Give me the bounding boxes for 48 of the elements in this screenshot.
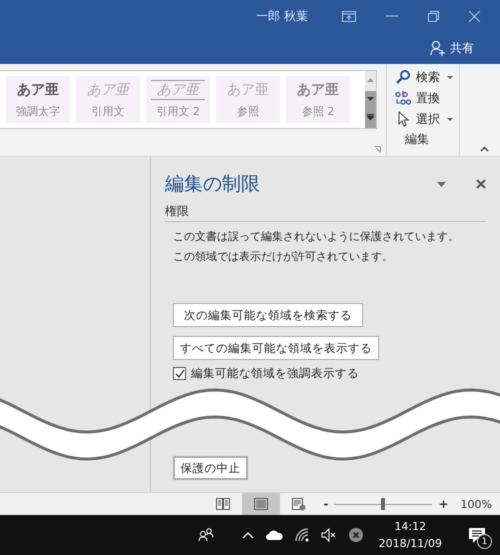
clock[interactable]: 14:12 2018/11/09 — [378, 520, 442, 550]
cloud-icon[interactable] — [266, 530, 283, 540]
restore-icon[interactable] — [428, 10, 439, 22]
notification-button[interactable]: 1 — [462, 520, 492, 550]
group-label: 編集 — [405, 131, 430, 148]
pane-title: 編集の制限 — [165, 172, 261, 197]
book-icon — [216, 498, 230, 510]
ribbon-command[interactable]: 選択 — [395, 110, 459, 128]
ribbon-command[interactable]: 置換 — [395, 89, 459, 107]
more-icon[interactable] — [367, 114, 374, 120]
pane-button[interactable]: すべての編集可能な領域を表示する — [173, 336, 379, 360]
collapse-ribbon-icon[interactable] — [480, 146, 489, 152]
minimize-icon[interactable] — [386, 15, 398, 17]
dialog-launcher-icon[interactable] — [374, 146, 381, 153]
dropdown-icon — [447, 118, 453, 120]
share-button[interactable]: 共有 — [428, 38, 476, 58]
scroll-down-icon[interactable] — [367, 97, 374, 101]
muted-speaker-icon[interactable] — [320, 528, 337, 542]
pane-button[interactable]: 次の編集可能な領域を検索する — [173, 303, 363, 327]
zoom-slider-thumb[interactable] — [381, 498, 386, 510]
zoom-out-button[interactable]: - — [324, 497, 328, 511]
notification-count: 1 — [477, 534, 492, 549]
checkbox-label: 編集可能な領域を強調表示する — [191, 366, 359, 381]
dropdown-icon — [447, 76, 453, 78]
section-heading: 権限 — [165, 203, 486, 222]
view-button[interactable] — [242, 493, 280, 515]
ribbon-command[interactable]: 検索 — [395, 68, 459, 86]
search-icon — [395, 69, 411, 85]
user-name: 一郎 秋葉 — [256, 8, 308, 24]
error-icon[interactable] — [348, 528, 363, 542]
person-plus-icon — [430, 40, 446, 56]
people-icon[interactable] — [198, 528, 214, 542]
zoom-in-button[interactable]: + — [438, 497, 449, 511]
status-message: この領域では表示だけが許可されています。 — [173, 249, 394, 264]
ribbon-display-icon[interactable] — [342, 10, 356, 22]
close-icon[interactable] — [476, 179, 486, 189]
gallery-scrollbar[interactable] — [365, 71, 376, 128]
pane-options-icon[interactable] — [437, 182, 446, 186]
checkbox[interactable] — [173, 367, 186, 380]
style-option[interactable]: あア亜 強調太字 — [6, 76, 70, 123]
stop-protection-button[interactable]: 保護の中止 — [173, 456, 248, 480]
zoom-level[interactable]: 100% — [460, 498, 492, 510]
web-page-icon — [292, 498, 306, 510]
wifi-icon[interactable] — [294, 528, 309, 542]
status-message: この文書は誤って編集されないように保護されています。 — [173, 229, 460, 244]
replace-icon — [395, 90, 411, 106]
page-icon — [254, 498, 268, 510]
chevron-up-icon[interactable] — [242, 532, 254, 538]
